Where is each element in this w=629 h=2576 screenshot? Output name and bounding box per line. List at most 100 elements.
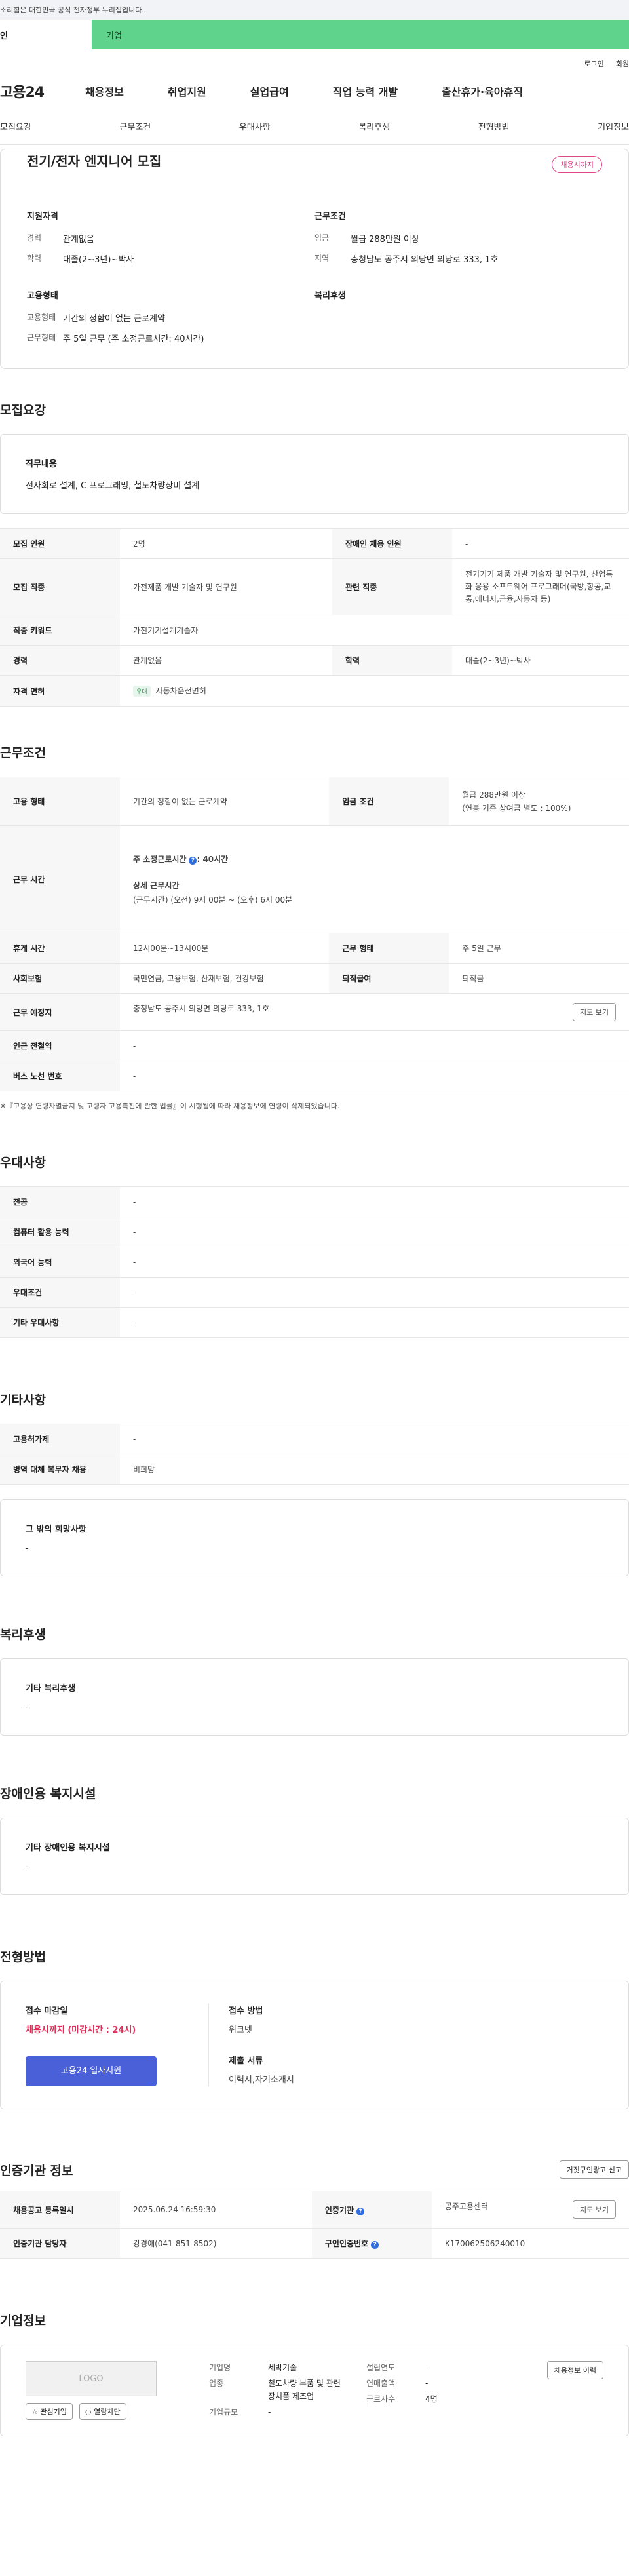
- table-row: 외국어 능력 -: [0, 1247, 629, 1278]
- tab-preference[interactable]: 우대사항: [239, 120, 271, 132]
- cond-heading: 근무조건: [314, 212, 346, 222]
- cell-label: 학력: [332, 645, 452, 676]
- table-row: 채용공고 등록일시 2025.06.24 16:59:30 인증기관? 공주고용센터 지…: [0, 2191, 629, 2229]
- cell-value: 전기기기 제품 개발 기술자 및 연구원, 산업특화 응용 소프트웨어 프로그래…: [452, 558, 629, 615]
- cell-value: (연봉 기준 상여금 별도 : 100%): [462, 803, 571, 813]
- etc-table: 고용허가제 - 병역 대체 복무자 채용 비희망: [0, 1424, 629, 1485]
- map-button[interactable]: 지도 보기: [573, 1003, 616, 1021]
- apply-button[interactable]: 고용24 입사지원: [26, 2056, 157, 2086]
- docs-heading: 제출 서류: [229, 2056, 263, 2066]
- docs-value: 이력서,자기소개서: [229, 2075, 294, 2085]
- info-icon[interactable]: ?: [189, 856, 197, 865]
- cell-value: 관계없음: [120, 645, 332, 676]
- nav-parental-leave[interactable]: 출산휴가·육아휴직: [442, 83, 523, 99]
- block-button[interactable]: ◌ 열람차단: [79, 2403, 126, 2420]
- hours-label: 주 소정근로시간: [133, 854, 187, 864]
- nav-employment-support[interactable]: 취업지원: [168, 83, 206, 99]
- tab-conditions[interactable]: 근무조건: [119, 120, 151, 132]
- duty-box: 직무내용 전자회로 설계, C 프로그래밍, 철도차량장비 설계: [0, 434, 629, 514]
- cell-value: 비희망: [120, 1454, 629, 1485]
- method-value: 워크넷: [229, 2025, 252, 2035]
- table-row: 자격 면허 우대 자동차운전면허: [0, 675, 629, 707]
- cell-label: 인증기관 담당자: [0, 2228, 120, 2259]
- report-button[interactable]: 거짓구인광고 신고: [559, 2160, 629, 2179]
- favorite-button[interactable]: ☆ 관심기업: [26, 2403, 73, 2420]
- qual-label: 학력: [27, 254, 42, 263]
- cell-label: 퇴직급여: [329, 963, 449, 994]
- welfare-box-value: -: [26, 1703, 29, 1713]
- cell-value: 자동차운전면허: [155, 686, 206, 695]
- table-row: 휴게 시간 12시00분~13시00분 근무 형태 주 5일 근무: [0, 933, 629, 964]
- cell-value: -: [120, 1424, 629, 1454]
- cell-value: -: [120, 1247, 629, 1278]
- company-label: 연매출액: [366, 2379, 396, 2388]
- table-row: 고용 형태 기간의 정함이 없는 근로계약 임금 조건 월급 288만원 이상 (연봉 …: [0, 777, 629, 826]
- detail-hours-value: (근무시간) (오전) 9시 00분 ~ (오후) 6시 00분: [133, 895, 293, 905]
- cell-label: 사회보험: [0, 963, 120, 994]
- table-row: 우대조건 -: [0, 1277, 629, 1308]
- qual-value: 대졸(2~3년)~박사: [63, 255, 134, 265]
- deadline-badge: 채용시까지: [552, 156, 602, 173]
- etc-box: 그 밖의 희망사항 -: [0, 1499, 629, 1576]
- cell-value: 가전제품 개발 기술자 및 연구원: [120, 558, 332, 615]
- tab-welfare[interactable]: 복리후생: [358, 120, 390, 132]
- cell-value: 기간의 정함이 없는 근로계약: [120, 777, 330, 826]
- cell-label: 임금 조건: [329, 777, 449, 826]
- type-label: 고용형태: [27, 313, 56, 322]
- cell-label: 전공: [0, 1186, 120, 1217]
- table-row: 전공 -: [0, 1186, 629, 1217]
- cell-value: -: [120, 1217, 629, 1247]
- qual-label: 경력: [27, 233, 42, 243]
- nav-training[interactable]: 직업 능력 개발: [333, 83, 398, 99]
- tab-personal[interactable]: 인: [0, 20, 92, 49]
- info-icon[interactable]: ?: [371, 2241, 379, 2249]
- cell-label: 구인인증번호: [324, 2239, 369, 2248]
- nav-unemployment-benefit[interactable]: 실업급여: [250, 83, 289, 99]
- disability-box-value: -: [26, 1862, 29, 1872]
- process-heading: 전형방법: [0, 1950, 46, 1964]
- nav-jobs[interactable]: 채용정보: [85, 83, 124, 99]
- table-row: 모집 직종 가전제품 개발 기술자 및 연구원 관련 직종 전기기기 제품 개발 기술…: [0, 558, 629, 615]
- cond-label: 임금: [314, 233, 330, 243]
- etc-box-value: -: [26, 1544, 29, 1553]
- duty-heading: 직무내용: [26, 459, 57, 469]
- site-logo[interactable]: 고용24: [0, 81, 85, 102]
- tab-company[interactable]: 기업정보: [598, 120, 629, 132]
- tab-company[interactable]: 기업: [92, 20, 629, 49]
- table-row: 근무 시간 주 소정근로시간?: 40시간 상세 근무시간 (근무시간) (오전) 9…: [0, 825, 629, 933]
- table-row: 고용허가제 -: [0, 1424, 629, 1454]
- cond-value: 월급 288만원 이상: [351, 235, 419, 244]
- cell-value: 12시00분~13시00분: [120, 933, 330, 964]
- cell-label: 기타 우대사항: [0, 1307, 120, 1338]
- company-heading: 기업정보: [0, 2314, 46, 2328]
- cell-label: 근무 예정지: [0, 993, 120, 1031]
- cell-value: 가전기기설계기술자: [120, 615, 629, 646]
- block-icon: ◌: [85, 2408, 94, 2416]
- welfare-heading: 복리후생: [314, 291, 346, 301]
- deadline-value: 채용시까지 (마감시간 : 24시): [26, 2025, 136, 2035]
- table-row: 기타 우대사항 -: [0, 1307, 629, 1338]
- user-type-tabs: 인 기업: [0, 20, 629, 49]
- agency-map-button[interactable]: 지도 보기: [573, 2200, 616, 2219]
- login-link[interactable]: 로그인: [584, 60, 603, 68]
- cell-label: 경력: [0, 645, 120, 676]
- history-button[interactable]: 채용정보 이력: [546, 2361, 603, 2379]
- type-value: 기간의 정함이 없는 근로계약: [63, 314, 165, 324]
- tab-process[interactable]: 전형방법: [478, 120, 510, 132]
- join-link[interactable]: 회원: [616, 60, 629, 68]
- table-row: 버스 노선 번호 -: [0, 1061, 629, 1091]
- cell-label: 장애인 채용 인원: [332, 528, 452, 559]
- company-label: 기업규모: [209, 2408, 238, 2417]
- type-value: 주 5일 근무 (주 소정근로시간: 40시간): [63, 334, 204, 344]
- welfare-box-heading: 기타 복리후생: [26, 1684, 76, 1694]
- table-row: 사회보험 국민연금, 고용보험, 산재보험, 건강보험 퇴직급여 퇴직금: [0, 963, 629, 994]
- tab-recruit[interactable]: 모집요강: [0, 120, 31, 132]
- company-label: 업종: [209, 2379, 224, 2388]
- company-label: 근로자수: [366, 2394, 396, 2404]
- table-row: 인근 전철역 -: [0, 1030, 629, 1061]
- cell-value: 2명: [120, 528, 332, 559]
- table-row: 근무 예정지 충청남도 공주시 의당면 의당로 333, 1호 지도 보기: [0, 993, 629, 1031]
- cell-label: 인근 전철역: [0, 1030, 120, 1061]
- cell-label: 근무 시간: [0, 825, 120, 933]
- info-icon[interactable]: ?: [356, 2207, 365, 2215]
